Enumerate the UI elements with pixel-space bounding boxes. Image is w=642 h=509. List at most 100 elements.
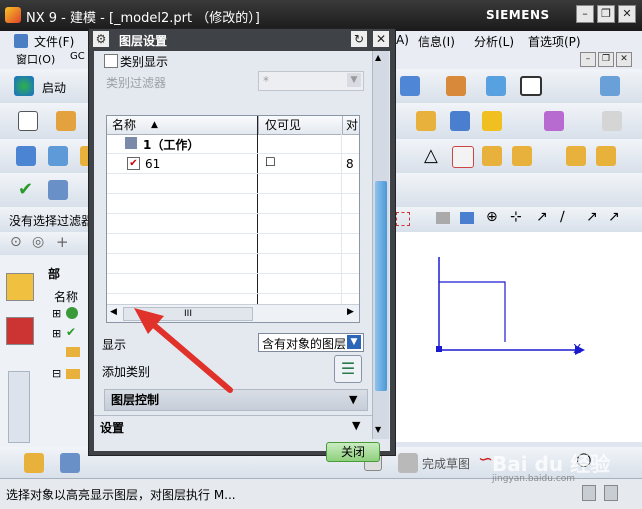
- doc-icon[interactable]: [48, 180, 68, 200]
- display-dropdown-icon[interactable]: ▼: [347, 335, 361, 349]
- gear-icon[interactable]: ⚙: [93, 31, 109, 47]
- cylinder-icon[interactable]: [486, 76, 506, 96]
- column-visible-header[interactable]: 仅可见: [258, 116, 342, 135]
- menu-partial[interactable]: A): [396, 33, 409, 47]
- layer-control-expand-icon[interactable]: ▼: [349, 390, 357, 410]
- start-label[interactable]: 启动: [42, 79, 66, 96]
- layer-icon[interactable]: [600, 76, 620, 96]
- doc-close-button[interactable]: ✕: [616, 52, 632, 67]
- scroll-right-icon[interactable]: ▶: [347, 307, 354, 317]
- face-icon[interactable]: [460, 212, 474, 224]
- close-button[interactable]: 关闭: [326, 442, 380, 462]
- close-window-button[interactable]: ✕: [618, 5, 636, 23]
- quadrant-icon[interactable]: ◎: [32, 234, 44, 250]
- point-icon[interactable]: ⊹: [510, 209, 522, 225]
- siemens-brand: SIEMENS: [486, 8, 550, 22]
- cubes-icon[interactable]: [566, 146, 586, 166]
- chamfer-icon[interactable]: [450, 111, 470, 131]
- reset-icon[interactable]: ↻: [351, 31, 367, 47]
- status-icon-1[interactable]: [582, 485, 596, 501]
- parts-icon[interactable]: [482, 146, 502, 166]
- start-icon[interactable]: [14, 76, 34, 96]
- finish-sketch-label[interactable]: 完成草图: [422, 455, 470, 472]
- midpoint-icon[interactable]: ∕: [560, 209, 565, 225]
- constraint-nav-icon[interactable]: [6, 317, 34, 345]
- navigator-title: 部: [48, 267, 61, 281]
- triangle-icon[interactable]: △: [424, 145, 438, 166]
- window-icon[interactable]: [602, 111, 622, 131]
- display-value: 含有对象的图层: [262, 337, 347, 351]
- expand-icon[interactable]: ⊞: [52, 307, 61, 320]
- settings-section[interactable]: 设置 ▼: [94, 415, 372, 438]
- column-count-header[interactable]: 对: [342, 116, 359, 135]
- dialog-close-icon[interactable]: ✕: [373, 31, 389, 47]
- settings-expand-icon[interactable]: ▼: [352, 419, 360, 432]
- category-filter-field[interactable]: * ▼: [258, 71, 364, 91]
- status-icon-2[interactable]: [604, 485, 618, 501]
- assembly-icon[interactable]: [512, 146, 532, 166]
- open-icon[interactable]: [56, 111, 76, 131]
- scroll-thumb[interactable]: [375, 181, 387, 391]
- menu-window[interactable]: 窗口(O): [16, 51, 55, 67]
- add-category-button[interactable]: ☰: [334, 355, 362, 383]
- table-row[interactable]: ✔ 61 ☐ 8: [107, 155, 359, 173]
- layer-checkbox[interactable]: ✔: [127, 157, 140, 170]
- category-display-checkbox[interactable]: [104, 54, 118, 68]
- column-name-header[interactable]: 名称 ▲: [107, 116, 257, 135]
- doc-restore-button[interactable]: ❐: [598, 52, 614, 67]
- shell-icon[interactable]: [482, 111, 502, 131]
- box-icon[interactable]: [416, 111, 436, 131]
- display-dropdown[interactable]: 含有对象的图层 ▼: [258, 333, 364, 352]
- curve-point-icon[interactable]: ↗: [586, 209, 598, 225]
- plus-icon[interactable]: +: [56, 233, 69, 251]
- menu-info[interactable]: 信息(I): [418, 33, 455, 50]
- graphics-canvas[interactable]: X: [395, 232, 642, 442]
- folder-node-icon: [66, 347, 80, 357]
- filter-label[interactable]: 没有选择过滤器: [9, 212, 93, 229]
- select-icon[interactable]: [16, 146, 36, 166]
- doc-minimize-button[interactable]: –: [580, 52, 596, 67]
- select-box-icon[interactable]: [396, 212, 410, 226]
- scroll-up-icon[interactable]: ▲: [375, 53, 381, 62]
- line-end-icon[interactable]: ↗: [536, 209, 548, 225]
- assembly-nav-icon[interactable]: [6, 273, 34, 301]
- column-count-label: 对: [346, 118, 359, 132]
- snap-icon[interactable]: ⊕: [486, 209, 498, 225]
- category-filter-value: *: [263, 74, 269, 88]
- finish-sketch-icon[interactable]: [398, 453, 418, 473]
- bottom-tool-icon-1[interactable]: [24, 453, 44, 473]
- expand-icon-2[interactable]: ⊞: [52, 327, 61, 340]
- menu-preferences[interactable]: 首选项(P): [528, 33, 581, 50]
- curve-tool-icon[interactable]: ∽: [478, 449, 493, 470]
- restore-button[interactable]: ❐: [597, 5, 615, 23]
- minimize-button[interactable]: –: [576, 5, 594, 23]
- extrude-icon[interactable]: [446, 76, 466, 96]
- pattern-icon[interactable]: [544, 111, 564, 131]
- block-icon[interactable]: [400, 76, 420, 96]
- table-icon[interactable]: [452, 146, 474, 168]
- dialog-scrollbar[interactable]: ▲ ▼: [372, 51, 389, 439]
- menu-file[interactable]: 文件(F): [34, 33, 74, 50]
- table-row[interactable]: 1（工作）: [107, 135, 359, 153]
- dialog-title-bar[interactable]: ⚙ 图层设置 ↻ ✕: [89, 29, 395, 50]
- arc-icon[interactable]: ↗: [608, 209, 620, 225]
- visible-only-checkbox[interactable]: ☐: [265, 155, 276, 169]
- bottom-tool-icon-2[interactable]: [60, 453, 80, 473]
- menu-analysis[interactable]: 分析(L): [474, 33, 514, 50]
- display-box-icon[interactable]: [520, 76, 542, 96]
- nav-side-tabs[interactable]: [8, 371, 30, 443]
- object-icon[interactable]: [436, 212, 450, 224]
- expand-icon-3[interactable]: ⊟: [52, 367, 61, 380]
- filter-dropdown-icon[interactable]: ▼: [347, 73, 361, 87]
- new-icon[interactable]: [18, 111, 38, 131]
- layer-stack-icon[interactable]: [48, 146, 68, 166]
- column-name-label: 名称: [112, 118, 137, 132]
- circle-snap-icon[interactable]: ⊙: [10, 234, 22, 250]
- layer-name: 61: [145, 157, 161, 171]
- nx-logo-icon: [5, 7, 21, 23]
- cubes2-icon[interactable]: [596, 146, 616, 166]
- scroll-left-icon[interactable]: ◀: [110, 307, 117, 317]
- menu-gc[interactable]: GC: [70, 51, 85, 62]
- scroll-down-icon[interactable]: ▼: [375, 425, 381, 434]
- check-icon[interactable]: ✔: [18, 180, 38, 200]
